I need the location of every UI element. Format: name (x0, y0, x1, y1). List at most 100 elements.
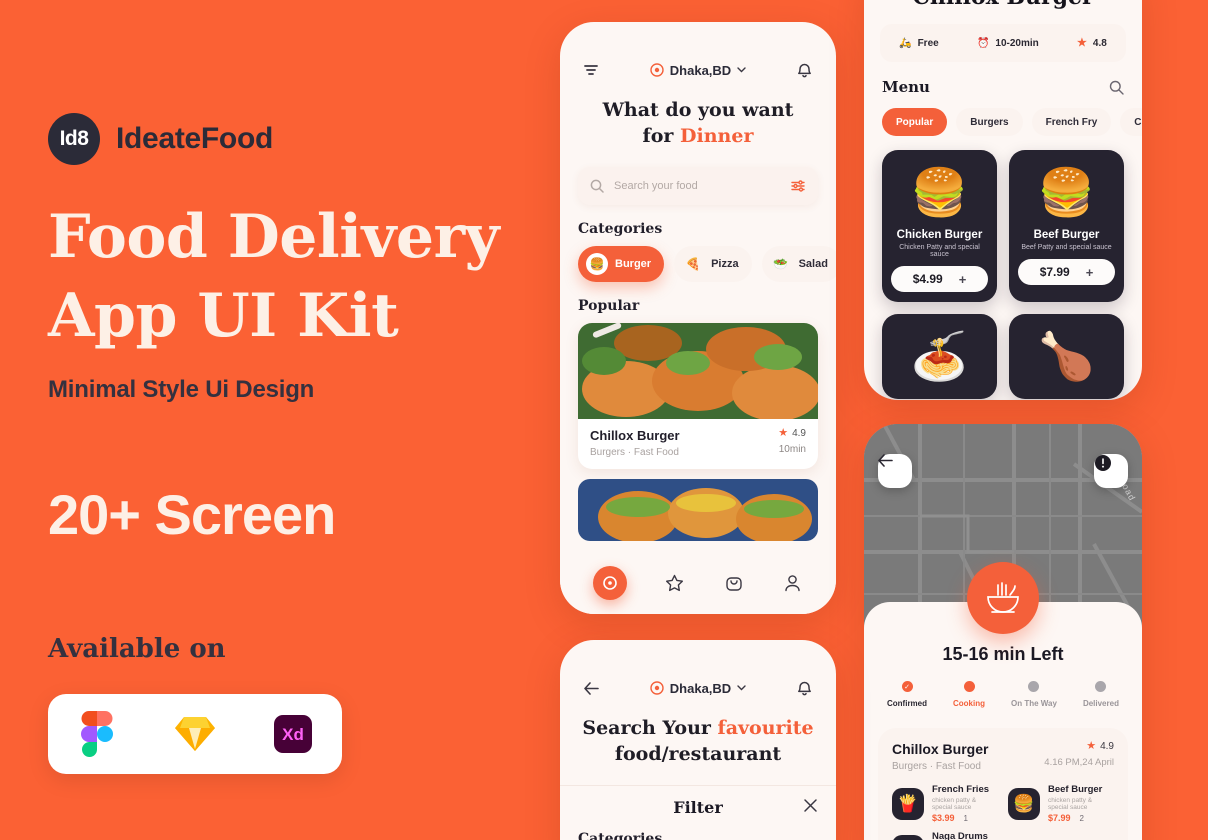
tools-card: Xd (48, 694, 342, 774)
tab-popular[interactable]: Popular (882, 108, 948, 136)
restaurant-stats: 🛵 Free ⏰ 10-20min ★ 4.8 (880, 24, 1126, 62)
order-card-header: Chillox Burger Burgers · Fast Food ★ 4.9… (892, 740, 1114, 773)
order-item[interactable]: 🍟 French Fries chicken patty & special s… (892, 784, 998, 823)
add-to-cart-icon[interactable]: + (1086, 265, 1094, 280)
item-name: Naga Drums (932, 831, 988, 840)
item-description: chicken patty & special sauce (932, 797, 977, 811)
headline-line-2: App UI Kit (48, 281, 399, 352)
item-photo: 🍔 (1008, 787, 1040, 820)
product-price-row[interactable]: $4.99 + (891, 266, 988, 292)
burger-icon: 🍔 (586, 253, 608, 276)
figma-icon[interactable] (74, 711, 120, 757)
back-button[interactable] (878, 454, 912, 488)
promo-panel: Id8 IdeateFood Food Delivery App UI Kit … (48, 0, 528, 840)
chevron-down-icon (737, 685, 746, 691)
order-summary-card: Chillox Burger Burgers · Fast Food ★ 4.9… (878, 728, 1128, 840)
location-selector[interactable]: Dhaka,BD (650, 63, 746, 78)
product-price-row[interactable]: $7.99 + (1018, 259, 1115, 285)
stat-label: 4.8 (1092, 37, 1107, 49)
page-title: Food Delivery App UI Kit (48, 198, 518, 356)
location-label: Dhaka,BD (669, 680, 732, 696)
order-item[interactable]: 🍗 Naga Drums chicken patty & special sau… (892, 831, 998, 840)
product-card[interactable]: 🍔 Chicken Burger Chicken Patty and speci… (882, 150, 997, 302)
popular-label: Popular (578, 298, 640, 315)
available-on-label: Available on (48, 634, 226, 664)
product-grid: 🍔 Chicken Burger Chicken Patty and speci… (864, 136, 1142, 399)
step-label: Confirmed (887, 699, 927, 708)
order-item[interactable]: 🍔 Beef Burger chicken patty & special sa… (1008, 784, 1114, 823)
close-icon[interactable] (803, 798, 818, 818)
tab-burgers[interactable]: Burgers (956, 108, 1023, 136)
product-card[interactable]: 🍗 (1009, 314, 1124, 399)
tab-chicken[interactable]: Chicken (1120, 108, 1142, 136)
filter-menu-icon[interactable] (578, 57, 604, 83)
order-status-steps: ✓ Confirmed Cooking On The Way Delivered (864, 681, 1142, 708)
nav-orders-icon[interactable] (723, 572, 745, 594)
check-icon: ✓ (901, 681, 913, 692)
item-name: French Fries (932, 784, 990, 795)
search-heading: Search Your favourite food/restaurant (574, 716, 822, 767)
nav-home-icon[interactable] (592, 566, 627, 600)
alarm-clock-icon: ⏰ (976, 37, 990, 49)
nav-favorites-icon[interactable] (664, 572, 686, 594)
order-rating: ★ 4.9 (1044, 740, 1114, 753)
step-on-the-way: On The Way (1011, 681, 1057, 708)
restaurant-title: Chillox Burger (864, 0, 1142, 10)
category-chip-label: Pizza (711, 258, 739, 271)
arrow-left-icon (878, 454, 893, 467)
screens-count: 20+ Screen (48, 483, 336, 546)
home-topbar: Dhaka,BD (560, 48, 836, 92)
delivery-time: 10min (778, 444, 806, 456)
search-input[interactable]: Search your food (614, 180, 781, 192)
stat-rating: ★ 4.8 (1077, 36, 1107, 49)
notifications-bell-icon[interactable] (792, 675, 818, 701)
brand: Id8 IdeateFood (48, 113, 273, 165)
product-card[interactable]: 🍔 Beef Burger Beef Patty and special sau… (1009, 150, 1124, 302)
location-selector[interactable]: Dhaka,BD (650, 681, 746, 696)
star-icon: ★ (1077, 36, 1087, 49)
add-to-cart-icon[interactable]: + (959, 272, 967, 287)
product-photo: 🍔 (910, 165, 969, 218)
category-chip-pizza[interactable]: 🍕 Pizza (674, 246, 752, 283)
sketch-icon[interactable] (172, 711, 218, 757)
step-label: Delivered (1082, 699, 1119, 708)
status-dot (1028, 681, 1040, 692)
product-photo: 🍔 (1037, 165, 1096, 218)
categories-label: Categories (578, 221, 663, 238)
notifications-bell-icon[interactable] (792, 57, 818, 83)
back-button[interactable] (578, 675, 604, 701)
location-pin-icon (650, 681, 664, 695)
rating-value: 4.9 (792, 428, 806, 440)
category-chip-salad[interactable]: 🥗 Salad (761, 246, 836, 283)
nav-profile-icon[interactable] (782, 572, 804, 594)
search-icon[interactable] (1109, 80, 1124, 95)
category-chip-burger[interactable]: 🍔 Burger (578, 246, 665, 283)
category-chip-list: 🍔 Burger 🍕 Pizza 🥗 Salad (560, 246, 836, 283)
menu-tab-list: Popular Burgers French Fry Chicken (864, 108, 1142, 136)
item-quantity: 1 (963, 813, 968, 823)
tab-french-fry[interactable]: French Fry (1031, 108, 1112, 136)
product-card[interactable]: 🍝 (882, 314, 997, 399)
scooter-icon: 🛵 (899, 37, 912, 49)
order-restaurant-subtitle: Burgers · Fast Food (892, 761, 981, 772)
status-dot (963, 681, 975, 692)
search-bar[interactable]: Search your food (578, 167, 818, 206)
adobe-xd-icon[interactable]: Xd (270, 711, 316, 757)
info-button[interactable] (1094, 454, 1128, 488)
phone-restaurant-menu-screen: Chillox Burger 🛵 Free ⏰ 10-20min ★ 4.8 M… (864, 0, 1142, 400)
salad-icon: 🥗 (773, 257, 789, 272)
filter-title: Filter (673, 798, 723, 818)
order-datetime: 4.16 PM,24 April (1044, 757, 1114, 768)
star-icon: ★ (1086, 740, 1097, 752)
status-dot (1095, 681, 1107, 692)
product-name: Chicken Burger (896, 229, 983, 241)
rating: ★ 4.9 (778, 428, 806, 440)
product-photo: 🍝 (910, 329, 969, 382)
arrow-left-icon (583, 681, 599, 695)
filter-sheet: Filter Categories (560, 785, 836, 840)
step-delivered: Delivered (1083, 681, 1119, 708)
food-photo-strip[interactable] (578, 479, 818, 545)
order-restaurant-name: Chillox Burger (892, 741, 989, 757)
popular-food-card[interactable]: Chillox Burger Burgers · Fast Food ★ 4.9… (578, 323, 818, 470)
phone-order-tracking-screen: Ulon Road 15-16 min Left (864, 424, 1142, 840)
